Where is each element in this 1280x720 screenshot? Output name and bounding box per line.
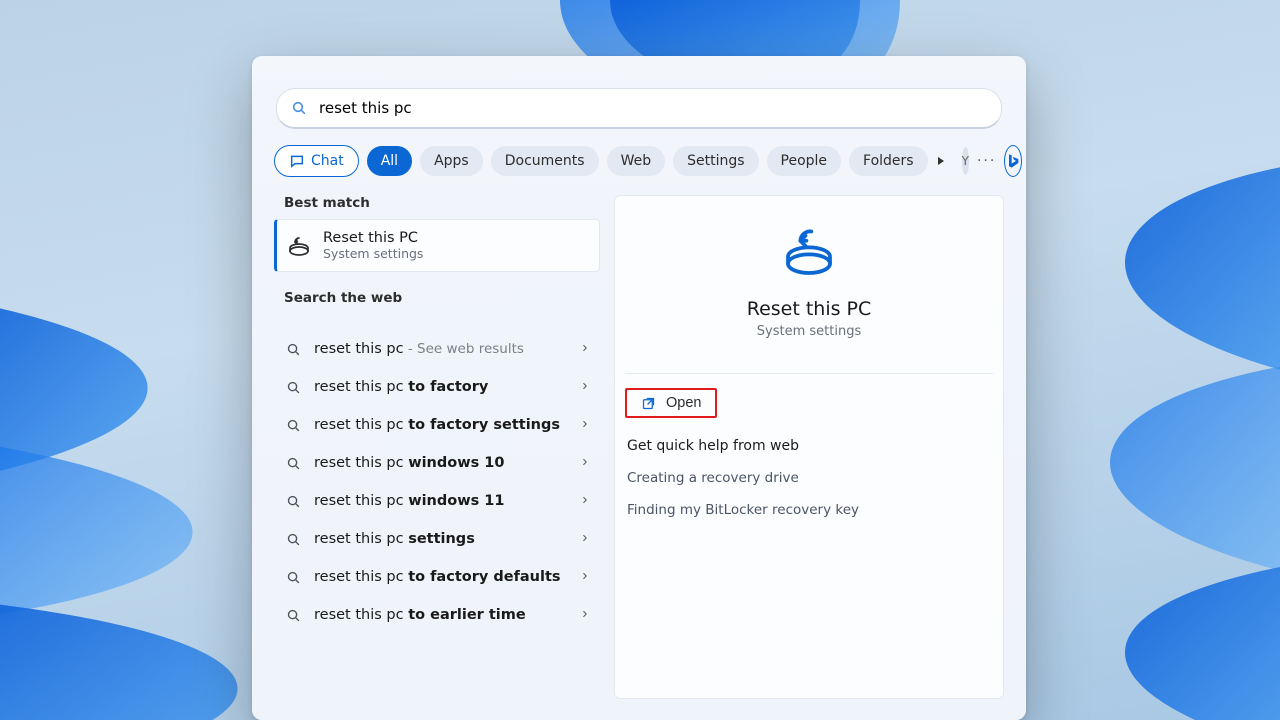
filter-documents[interactable]: Documents — [491, 146, 599, 176]
open-label: Open — [666, 395, 701, 411]
more-button[interactable]: ··· — [977, 153, 996, 169]
search-icon — [284, 378, 302, 396]
help-links: Get quick help from web Creating a recov… — [627, 438, 1003, 518]
search-box[interactable] — [276, 88, 1002, 129]
best-match-title: Reset this PC — [323, 230, 423, 246]
chevron-right-icon — [580, 493, 590, 509]
user-avatar[interactable]: Y — [962, 147, 969, 175]
search-filters: Chat All Apps Documents Web Settings Peo… — [274, 145, 1004, 177]
chat-label: Chat — [311, 153, 344, 169]
filter-apps[interactable]: Apps — [420, 146, 483, 176]
best-match-subtitle: System settings — [323, 246, 423, 261]
best-match-label: Best match — [274, 195, 600, 219]
reset-pc-large-icon — [781, 224, 837, 280]
web-result-text: reset this pc to factory settings — [314, 417, 568, 433]
detail-title: Reset this PC — [747, 298, 872, 320]
chevron-right-icon — [580, 531, 590, 547]
search-icon — [284, 530, 302, 548]
chevron-right-icon — [580, 607, 590, 623]
start-search-panel: Chat All Apps Documents Web Settings Peo… — [252, 56, 1026, 720]
search-icon — [284, 416, 302, 434]
filters-scroll-right[interactable] — [936, 151, 946, 171]
search-icon — [284, 568, 302, 586]
bing-button[interactable] — [1004, 145, 1022, 177]
filter-settings[interactable]: Settings — [673, 146, 758, 176]
help-heading: Get quick help from web — [627, 438, 1003, 454]
web-result-text: reset this pc - See web results — [314, 341, 568, 357]
reset-pc-icon — [287, 234, 311, 258]
web-result[interactable]: reset this pc windows 11 — [274, 482, 600, 520]
web-result-text: reset this pc to factory defaults — [314, 569, 568, 585]
chevron-right-icon — [580, 417, 590, 433]
filter-web[interactable]: Web — [607, 146, 666, 176]
web-result-text: reset this pc windows 10 — [314, 455, 568, 471]
web-result-text: reset this pc settings — [314, 531, 568, 547]
chevron-right-icon — [580, 379, 590, 395]
help-link-1[interactable]: Finding my BitLocker recovery key — [627, 502, 1003, 518]
detail-subtitle: System settings — [757, 324, 861, 339]
web-result[interactable]: reset this pc to earlier time — [274, 596, 600, 634]
chevron-right-icon — [580, 455, 590, 471]
detail-separator — [625, 373, 993, 374]
search-icon — [291, 100, 307, 116]
web-result[interactable]: reset this pc - See web results — [274, 330, 600, 368]
result-details-pane: Reset this PC System settings Open Get q… — [614, 195, 1004, 699]
web-result-text: reset this pc to factory — [314, 379, 568, 395]
open-button[interactable]: Open — [625, 388, 717, 418]
results-left-column: Best match Reset this PC System settings… — [274, 195, 600, 699]
web-result[interactable]: reset this pc to factory defaults — [274, 558, 600, 596]
chat-button[interactable]: Chat — [274, 145, 359, 177]
bing-chat-icon — [289, 153, 305, 169]
search-icon — [284, 606, 302, 624]
open-icon — [641, 396, 656, 411]
search-web-label: Search the web — [274, 290, 600, 314]
triangle-right-icon — [936, 156, 946, 166]
search-input[interactable] — [317, 98, 987, 118]
filter-folders[interactable]: Folders — [849, 146, 928, 176]
web-result[interactable]: reset this pc to factory — [274, 368, 600, 406]
web-result[interactable]: reset this pc to factory settings — [274, 406, 600, 444]
chevron-right-icon — [580, 341, 590, 357]
bing-icon — [1005, 153, 1021, 169]
best-match-result[interactable]: Reset this PC System settings — [274, 219, 600, 272]
results-columns: Best match Reset this PC System settings… — [274, 195, 1004, 699]
web-result[interactable]: reset this pc windows 10 — [274, 444, 600, 482]
search-icon — [284, 454, 302, 472]
web-result-text: reset this pc windows 11 — [314, 493, 568, 509]
detail-hero: Reset this PC System settings — [615, 224, 1003, 359]
web-result[interactable]: reset this pc settings — [274, 520, 600, 558]
search-icon — [284, 340, 302, 358]
filter-all[interactable]: All — [367, 146, 412, 176]
help-link-0[interactable]: Creating a recovery drive — [627, 470, 1003, 486]
filter-people[interactable]: People — [767, 146, 842, 176]
web-results-list: reset this pc - See web results reset thi… — [274, 330, 600, 634]
search-icon — [284, 492, 302, 510]
chevron-right-icon — [580, 569, 590, 585]
web-result-text: reset this pc to earlier time — [314, 607, 568, 623]
